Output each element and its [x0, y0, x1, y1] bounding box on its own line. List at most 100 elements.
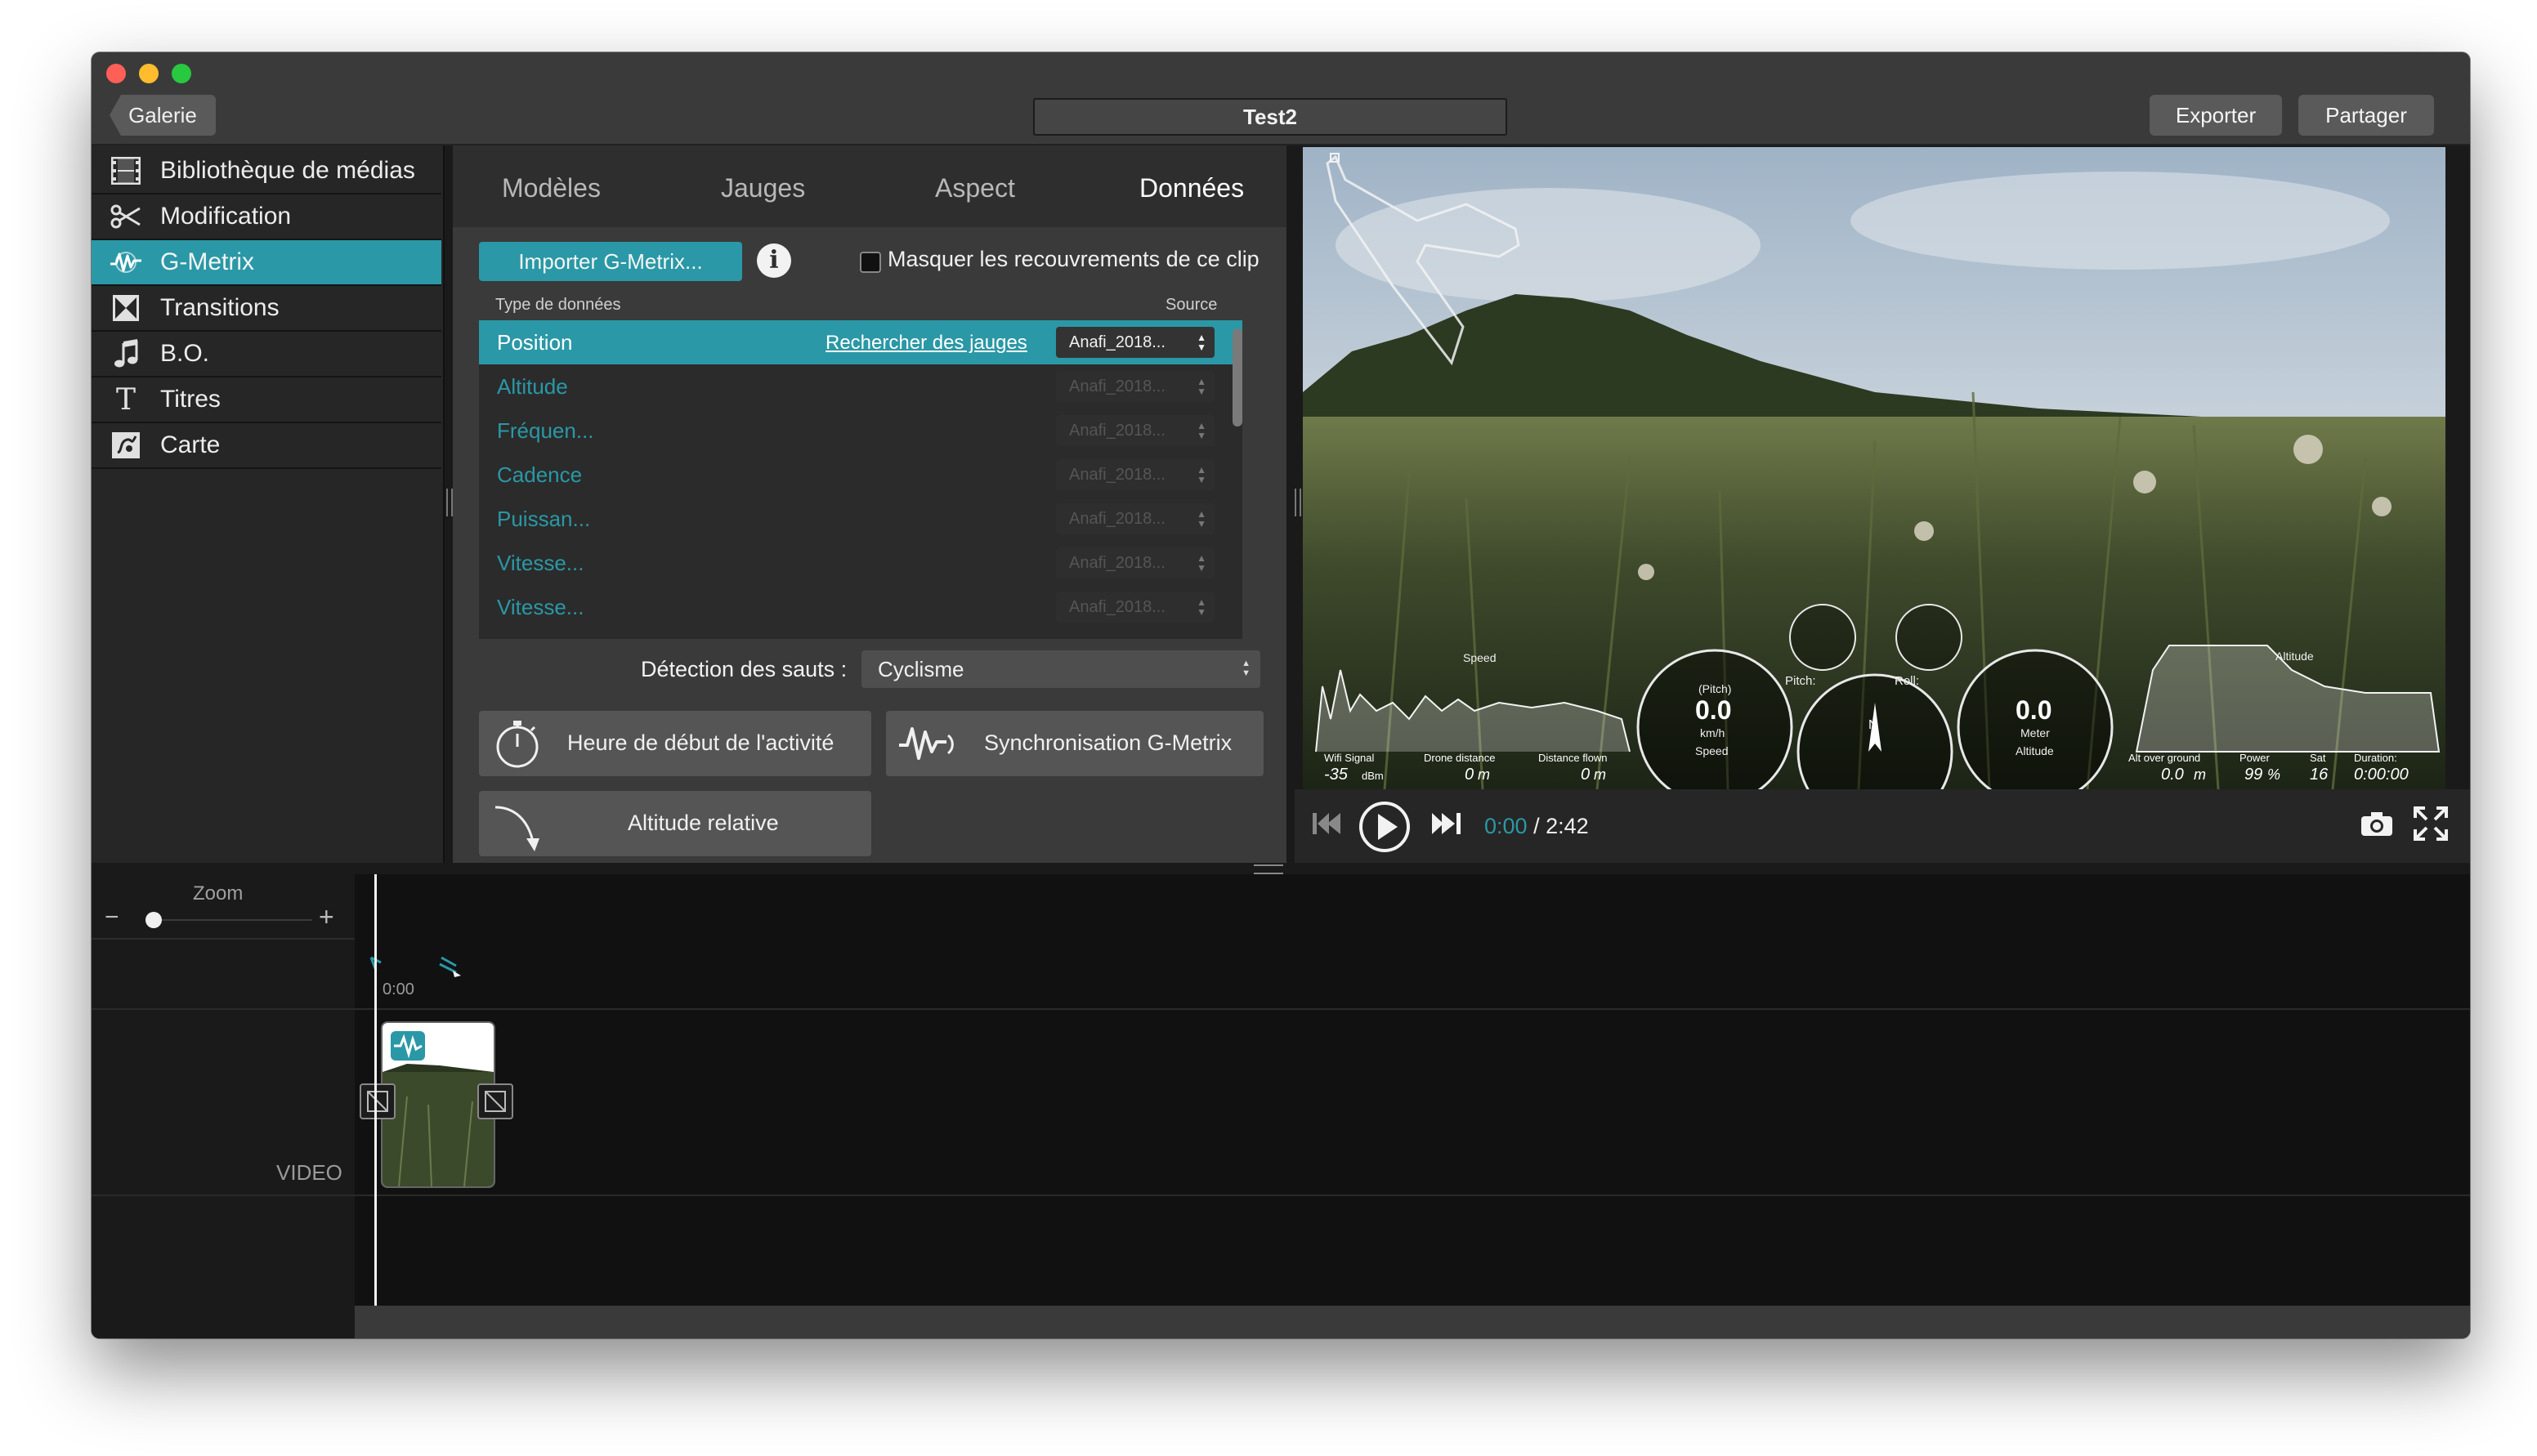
- zoom-in-button[interactable]: +: [319, 902, 334, 932]
- playhead[interactable]: [374, 874, 377, 1306]
- import-gmetrix-button[interactable]: Importer G-Metrix...: [479, 242, 742, 281]
- minimize-window-button[interactable]: [139, 64, 159, 83]
- gallery-back-button[interactable]: Galerie: [110, 95, 216, 136]
- jump-detection-select[interactable]: Cyclisme ▲ ▼: [861, 650, 1260, 688]
- source-select[interactable]: Anafi_2018... ▲ ▼: [1056, 371, 1215, 402]
- source-select-value: Anafi_2018...: [1069, 598, 1166, 616]
- sidebar-resize-handle[interactable]: [446, 489, 453, 516]
- info-icon[interactable]: i: [757, 243, 791, 278]
- marker-arrow-icon[interactable]: [438, 954, 463, 983]
- map-icon: [108, 431, 144, 459]
- skip-to-end-button[interactable]: [1430, 807, 1463, 840]
- zoom-slider[interactable]: [149, 919, 312, 921]
- gmetrix-panel: Modèles Jauges Aspect Données Importer G…: [453, 145, 1286, 863]
- sidebar-item-soundtrack[interactable]: B.O.: [92, 332, 441, 377]
- music-note-icon: [108, 339, 144, 368]
- data-row-altitude[interactable]: Altitude Anafi_2018... ▲ ▼: [479, 364, 1242, 409]
- video-frame: Speed Altitude 0.0 (Pitch) km/h Speed N …: [1303, 147, 2445, 789]
- sidebar-item-titles[interactable]: T Titres: [92, 377, 441, 423]
- sidebar-item-label: Carte: [160, 431, 221, 458]
- transition-in-handle[interactable]: [360, 1083, 396, 1119]
- overlay-speed-label: Speed: [1463, 651, 1496, 664]
- gmetrix-badge-icon: [391, 1031, 425, 1061]
- tab-gauges[interactable]: Jauges: [721, 173, 805, 203]
- skip-forward-icon: [1432, 813, 1461, 834]
- search-gauges-link[interactable]: Rechercher des jauges: [826, 332, 1027, 355]
- table-scroll-thumb[interactable]: [1233, 328, 1242, 427]
- timeline-tick-label: 0:00: [383, 980, 414, 998]
- stepper-arrows-icon: ▲ ▼: [1197, 420, 1206, 441]
- overlay-altitude-label: Altitude: [2275, 650, 2314, 663]
- share-button[interactable]: Partager: [2298, 95, 2434, 136]
- play-button[interactable]: [1358, 801, 1411, 853]
- sidebar-item-transitions[interactable]: Transitions: [92, 286, 441, 332]
- data-row-position[interactable]: Position Rechercher des jauges Anafi_201…: [479, 320, 1242, 364]
- current-time: 0:00: [1484, 814, 1528, 838]
- relative-altitude-button[interactable]: Altitude relative: [479, 791, 871, 856]
- video-preview[interactable]: Speed Altitude 0.0 (Pitch) km/h Speed N …: [1303, 147, 2445, 789]
- hide-overlays-label: Masquer les recouvrements de ce clip: [888, 247, 1260, 271]
- sidebar-item-label: Titres: [160, 386, 221, 413]
- source-select[interactable]: Anafi_2018... ▲ ▼: [1056, 503, 1215, 534]
- source-select[interactable]: Anafi_2018... ▲ ▼: [1056, 459, 1215, 490]
- overlay-roll-label: Roll:: [1895, 674, 1919, 688]
- gauge-speed-unit: km/h: [1700, 726, 1725, 739]
- close-window-button[interactable]: [106, 64, 126, 83]
- panel-resize-handle[interactable]: [1295, 489, 1301, 516]
- export-button[interactable]: Exporter: [2150, 95, 2282, 136]
- sidebar-item-media-library[interactable]: Bibliothèque de médias: [92, 149, 441, 194]
- sidebar-item-map[interactable]: Carte: [92, 423, 441, 469]
- zoom-slider-knob[interactable]: [145, 912, 162, 928]
- data-row-power[interactable]: Puissan... Anafi_2018... ▲ ▼: [479, 497, 1242, 541]
- transition-icon: [485, 1091, 506, 1112]
- timeline-scrollbar[interactable]: [355, 1306, 2470, 1338]
- data-row-speed-2[interactable]: Vitesse... Anafi_2018... ▲ ▼: [479, 585, 1242, 629]
- sidebar-item-label: Bibliothèque de médias: [160, 157, 415, 184]
- data-row-speed-1[interactable]: Vitesse... Anafi_2018... ▲ ▼: [479, 541, 1242, 585]
- sidebar-item-gmetrix[interactable]: G-Metrix: [92, 240, 441, 286]
- gauge-altitude-unit: Meter: [2020, 726, 2050, 739]
- project-title-field[interactable]: Test2: [1033, 98, 1507, 136]
- time-separator: /: [1527, 814, 1546, 838]
- tab-aspect[interactable]: Aspect: [935, 173, 1015, 203]
- sidebar-item-modification[interactable]: Modification: [92, 194, 441, 240]
- source-select[interactable]: Anafi_2018... ▲ ▼: [1056, 415, 1215, 446]
- camera-icon: [2361, 812, 2392, 836]
- stat-label: Wifi Signal: [1324, 752, 1375, 764]
- hide-overlays-checkbox[interactable]: [860, 252, 881, 273]
- data-row-frequency[interactable]: Fréquen... Anafi_2018... ▲ ▼: [479, 409, 1242, 453]
- source-select-value: Anafi_2018...: [1069, 510, 1166, 528]
- sidebar-item-label: G-Metrix: [160, 248, 254, 275]
- skip-to-start-button[interactable]: [1311, 807, 1344, 840]
- sidebar-item-label: Modification: [160, 203, 292, 230]
- source-select[interactable]: Anafi_2018... ▲ ▼: [1056, 592, 1215, 623]
- table-scrollbar[interactable]: [1231, 328, 1242, 639]
- transition-out-handle[interactable]: [477, 1083, 513, 1119]
- sidebar-item-label: Transitions: [160, 294, 280, 321]
- stat-value: 0: [1581, 766, 1590, 784]
- activity-start-time-button[interactable]: Heure de début de l'activité: [479, 711, 871, 776]
- stat-value: 0: [1465, 766, 1474, 784]
- tab-data[interactable]: Données: [1139, 173, 1244, 203]
- jump-detection-value: Cyclisme: [878, 657, 964, 681]
- fullscreen-button[interactable]: [2411, 804, 2450, 843]
- gmetrix-marker-icon[interactable]: [368, 954, 389, 980]
- source-select[interactable]: Anafi_2018... ▲ ▼: [1056, 547, 1215, 578]
- stat-unit: dBm: [1362, 770, 1384, 782]
- tab-models[interactable]: Modèles: [502, 173, 601, 203]
- data-row-cadence[interactable]: Cadence Anafi_2018... ▲ ▼: [479, 453, 1242, 497]
- source-select[interactable]: Anafi_2018... ▲ ▼: [1056, 327, 1215, 358]
- column-header-source: Source: [1166, 296, 1218, 314]
- gmetrix-sync-button[interactable]: Synchronisation G-Metrix: [886, 711, 1264, 776]
- maximize-window-button[interactable]: [172, 64, 191, 83]
- column-header-type: Type de données: [495, 296, 621, 314]
- stat-unit: %: [2267, 766, 2280, 783]
- timeline-resize-handle[interactable]: [1254, 864, 1283, 874]
- divider: [92, 938, 355, 940]
- play-icon: [1359, 802, 1410, 852]
- snapshot-button[interactable]: [2357, 807, 2396, 840]
- data-row-label: Vitesse...: [497, 551, 584, 575]
- stepper-arrows-icon: ▲ ▼: [1197, 596, 1206, 618]
- zoom-out-button[interactable]: −: [105, 904, 119, 931]
- tab-bar: Modèles Jauges Aspect Données: [453, 145, 1286, 227]
